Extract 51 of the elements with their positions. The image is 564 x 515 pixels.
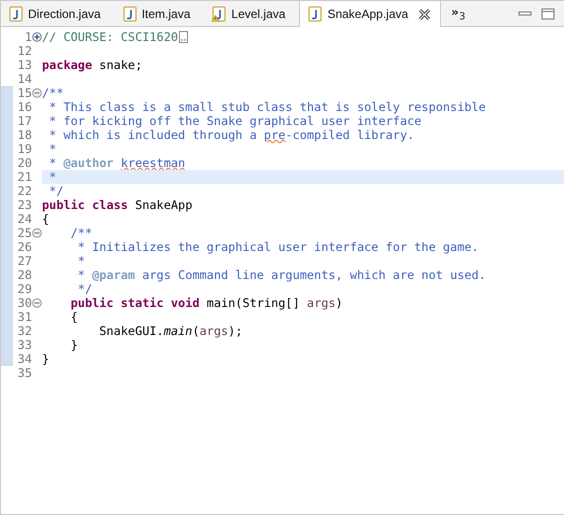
code-line: /** xyxy=(70,226,93,240)
code-line: * xyxy=(48,142,58,156)
editor-tab[interactable]: Direction.java xyxy=(1,1,115,26)
line-number: 22 xyxy=(16,184,32,198)
line-number: 35 xyxy=(16,366,32,380)
line-number: 12 xyxy=(16,44,32,58)
line-number: 21 xyxy=(16,170,32,184)
line-number: 13 xyxy=(16,58,32,72)
line-number: 34 xyxy=(16,352,32,366)
code-line: package snake; xyxy=(42,58,144,72)
editor-tab[interactable]: Level.java xyxy=(204,1,300,26)
code-line: } xyxy=(70,338,79,352)
code-line: SnakeGUI.main(args); xyxy=(98,324,244,338)
line-number: 32 xyxy=(16,324,32,338)
more-tabs-button[interactable]: »$_{3}$ xyxy=(441,1,476,26)
line-number: 1 xyxy=(24,30,32,44)
line-number: 20 xyxy=(16,156,32,170)
code-line: * This class is a small stub class that is solely responsible xyxy=(48,100,487,114)
line-number: 27 xyxy=(16,254,32,268)
line-number: 14 xyxy=(16,72,32,86)
line-number: 29 xyxy=(16,282,32,296)
line-number: 25 xyxy=(16,226,32,240)
line-number: 24 xyxy=(16,212,32,226)
code-line: { xyxy=(70,310,79,324)
code-line: public class SnakeApp xyxy=(42,198,194,212)
line-number: 23 xyxy=(16,198,32,212)
code-line: * @param args Command line arguments, which are not used. xyxy=(76,268,487,282)
code-line: // COURSE: CSCI1620 xyxy=(42,30,564,44)
code-line: * xyxy=(76,254,86,268)
line-number: 18 xyxy=(16,128,32,142)
code-line: * @author kreestman xyxy=(48,156,186,170)
line-number: 16 xyxy=(16,100,32,114)
code-line: { xyxy=(42,212,50,226)
editor-tab[interactable]: SnakeApp.java xyxy=(299,1,442,27)
line-number: 33 xyxy=(16,338,32,352)
code-line: * for kicking off the Snake graphical user interface xyxy=(48,114,422,128)
line-number: 28 xyxy=(16,268,32,282)
line-number: 19 xyxy=(16,142,32,156)
line-number: 26 xyxy=(16,240,32,254)
code-line: * Initializes the graphical user interface for the game. xyxy=(76,240,480,254)
code-line: */ xyxy=(76,282,94,296)
code-line: public static void main(String[] args) xyxy=(70,296,344,310)
line-number: 17 xyxy=(16,114,32,128)
code-line: /** xyxy=(42,86,64,100)
code-line: * which is included through a pre-compiled library. xyxy=(48,128,416,142)
line-number: 15 xyxy=(16,86,32,100)
line-number: 31 xyxy=(16,310,32,324)
code-line: } xyxy=(42,352,50,366)
editor-tab[interactable]: Item.java xyxy=(114,1,204,26)
line-number: 30 xyxy=(16,296,32,310)
code-line: */ xyxy=(48,184,64,198)
